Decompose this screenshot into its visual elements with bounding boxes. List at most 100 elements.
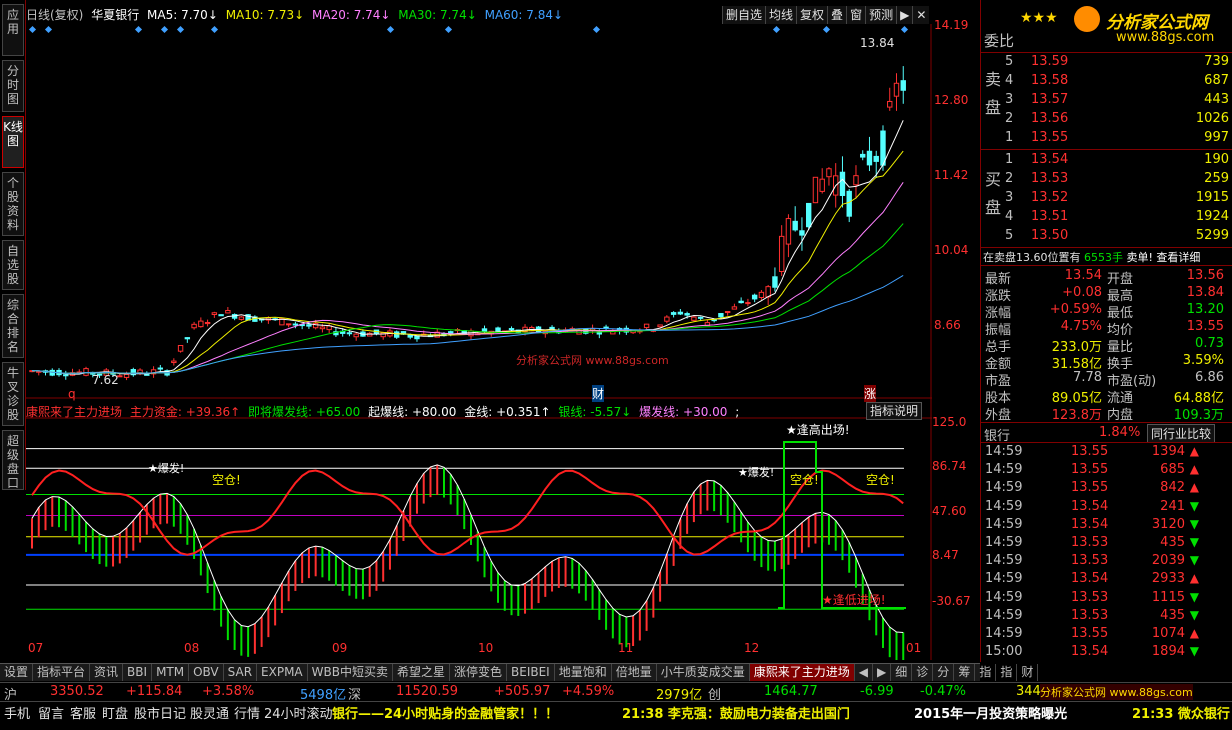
indicator-tab[interactable]: 诊 bbox=[912, 664, 934, 681]
indicator-tab[interactable]: 地量饱和 bbox=[555, 664, 612, 681]
indicator-tab[interactable]: ▶ bbox=[873, 664, 892, 681]
indicator-tab[interactable]: EXPMA bbox=[257, 664, 308, 681]
service-link[interactable]: 客服 bbox=[70, 703, 96, 722]
arrow-down-icon: ▼ bbox=[1189, 589, 1199, 604]
indicator-tab[interactable]: 希望之星 bbox=[393, 664, 450, 681]
diary-link[interactable]: 股市日记 bbox=[134, 703, 186, 722]
tab-apps[interactable]: 应用 bbox=[2, 4, 24, 56]
candle-body bbox=[63, 374, 69, 377]
indicator-tab[interactable]: 指 bbox=[975, 664, 997, 681]
level-price: 13.57 bbox=[1031, 92, 1069, 107]
tick-row: 14:59 13.53 435 ▼ bbox=[981, 608, 1232, 626]
remove-watchlist-button[interactable]: 删自选 bbox=[722, 6, 766, 24]
tick-volume: 1894 bbox=[1151, 644, 1185, 660]
indicator-tab[interactable]: 康熙来了主力进场 bbox=[749, 664, 855, 681]
expand-icon[interactable]: ▶ bbox=[896, 6, 913, 24]
buy-level-row[interactable]: 3 13.52 1915 bbox=[981, 190, 1232, 209]
mobile-link[interactable]: 手机 bbox=[4, 703, 30, 722]
window-button[interactable]: 窗 bbox=[846, 6, 866, 24]
level-volume: 997 bbox=[1204, 130, 1229, 145]
candle-body bbox=[394, 331, 400, 338]
quote-value: +0.59% bbox=[1049, 302, 1102, 317]
sell-level-row[interactable]: 3 13.57 443 bbox=[981, 92, 1232, 111]
close-icon[interactable]: ✕ bbox=[912, 6, 930, 24]
level-number: 2 bbox=[1005, 171, 1014, 186]
candle-body bbox=[670, 312, 677, 315]
period-label[interactable]: 日线(复权) bbox=[26, 8, 83, 22]
watch-link[interactable]: 盯盘 bbox=[102, 703, 128, 722]
forecast-button[interactable]: 预测 bbox=[865, 6, 897, 24]
indicator-tab[interactable]: 倍地量 bbox=[612, 664, 657, 681]
news-item[interactable]: 21:38 李克强：鼓励电力装备走出国门 bbox=[622, 703, 850, 722]
view-detail-link[interactable]: 查看详细 bbox=[1156, 251, 1200, 264]
indicator-tab[interactable]: OBV bbox=[189, 664, 224, 681]
tick-time: 14:59 bbox=[985, 480, 1023, 496]
indicator-tab[interactable]: 指 bbox=[996, 664, 1018, 681]
indicator-tab[interactable]: 小牛质变成交量 bbox=[657, 664, 750, 681]
indicator-tab[interactable]: 财 bbox=[1017, 664, 1039, 681]
kline-chart[interactable] bbox=[26, 24, 932, 660]
sell-level-row[interactable]: 2 13.56 1026 bbox=[981, 111, 1232, 130]
ma-button[interactable]: 均线 bbox=[765, 6, 797, 24]
sell-level-row[interactable]: 5 13.59 739 bbox=[981, 54, 1232, 73]
tab-diagnosis[interactable]: 牛叉诊股 bbox=[2, 362, 24, 426]
indicator-tab[interactable]: SAR bbox=[224, 664, 258, 681]
indicator-header: 康熙来了主力进场 主力资金: +39.36↑ 即将爆发线: +65.00 起爆线… bbox=[26, 403, 743, 419]
indicator-tab[interactable]: 筹 bbox=[954, 664, 976, 681]
finance-marker[interactable]: 财 bbox=[592, 385, 605, 402]
overlay-button[interactable]: 叠 bbox=[827, 6, 847, 24]
stock-link[interactable]: 股灵通 bbox=[190, 703, 229, 722]
candle-body bbox=[657, 324, 663, 328]
indicator-tab[interactable]: MTM bbox=[152, 664, 190, 681]
level-volume: 259 bbox=[1204, 171, 1229, 186]
indicator-tab[interactable]: 涨停变色 bbox=[450, 664, 508, 681]
buy-level-row[interactable]: 1 13.54 190 bbox=[981, 152, 1232, 171]
indicator-suffix: ; bbox=[735, 405, 740, 419]
tab-level2[interactable]: 超级盘口 bbox=[2, 430, 24, 490]
indicator-name[interactable]: 康熙来了主力进场 bbox=[26, 405, 122, 419]
level-volume: 1915 bbox=[1195, 190, 1229, 205]
sell-level-row[interactable]: 1 13.55 997 bbox=[981, 130, 1232, 149]
indicator-tab[interactable]: BBI bbox=[123, 664, 153, 681]
tab-ranking[interactable]: 综合排名 bbox=[2, 294, 24, 358]
indicator-tab[interactable]: WBB中短买卖 bbox=[308, 664, 393, 681]
diamond-marker bbox=[822, 25, 831, 34]
tab-kline[interactable]: K线图 bbox=[2, 116, 24, 168]
indicator-tab[interactable]: 细 bbox=[891, 664, 913, 681]
news-item[interactable]: 21:33 微众银行 bbox=[1132, 703, 1230, 722]
candle-body bbox=[508, 328, 515, 331]
industry-compare-button[interactable]: 同行业比较 bbox=[1147, 424, 1216, 443]
news-item[interactable]: 2015年一月投资策略曝光 bbox=[914, 703, 1067, 722]
buy-level-row[interactable]: 4 13.51 1924 bbox=[981, 209, 1232, 228]
indicator-tab[interactable]: BEIBEI bbox=[507, 664, 555, 681]
indicator-axis-label: 8.47 bbox=[932, 548, 959, 562]
rise-marker[interactable]: 涨 bbox=[864, 385, 877, 402]
tick-row: 14:59 13.53 1115 ▼ bbox=[981, 590, 1232, 608]
rolling-news-link[interactable]: 24小时滚动 bbox=[264, 703, 333, 722]
quote-value: 123.8万 bbox=[1051, 408, 1102, 423]
level-volume: 687 bbox=[1204, 73, 1229, 88]
adjust-button[interactable]: 复权 bbox=[796, 6, 828, 24]
message-link[interactable]: 留言 bbox=[38, 703, 64, 722]
indicator-tab[interactable]: ◀ bbox=[855, 664, 874, 681]
indicator-tab[interactable]: 指标平台 bbox=[33, 664, 91, 681]
tick-row: 14:59 13.54 241 ▼ bbox=[981, 499, 1232, 517]
tab-watchlist[interactable]: 自选股 bbox=[2, 240, 24, 290]
indicator-tab[interactable]: 分 bbox=[933, 664, 955, 681]
large-order-note[interactable]: 在卖盘13.60位置有 6553手 卖单! 查看详细 bbox=[983, 249, 1200, 265]
buy-level-row[interactable]: 2 13.53 259 bbox=[981, 171, 1232, 190]
tab-stock-info[interactable]: 个股资料 bbox=[2, 172, 24, 236]
indicator-line-80: 起爆线: +80.00 bbox=[368, 405, 457, 419]
indicator-tab[interactable]: 资讯 bbox=[90, 664, 124, 681]
exit-high-annotation: ★逢高出场! bbox=[786, 423, 850, 437]
industry-change: 1.84% bbox=[1099, 425, 1141, 440]
tab-intraday[interactable]: 分时图 bbox=[2, 60, 24, 112]
diamond-marker bbox=[28, 25, 37, 34]
buy-level-row[interactable]: 5 13.50 5299 bbox=[981, 228, 1232, 247]
indicator-tab[interactable]: 设置 bbox=[0, 664, 34, 681]
market-link[interactable]: 行情 bbox=[234, 703, 260, 722]
indicator-help-button[interactable]: 指标说明 bbox=[866, 402, 923, 420]
news-item[interactable]: 银行——24小时贴身的金融管家！！！ bbox=[332, 703, 558, 722]
sell-level-row[interactable]: 4 13.58 687 bbox=[981, 73, 1232, 92]
candle-body bbox=[839, 171, 846, 196]
